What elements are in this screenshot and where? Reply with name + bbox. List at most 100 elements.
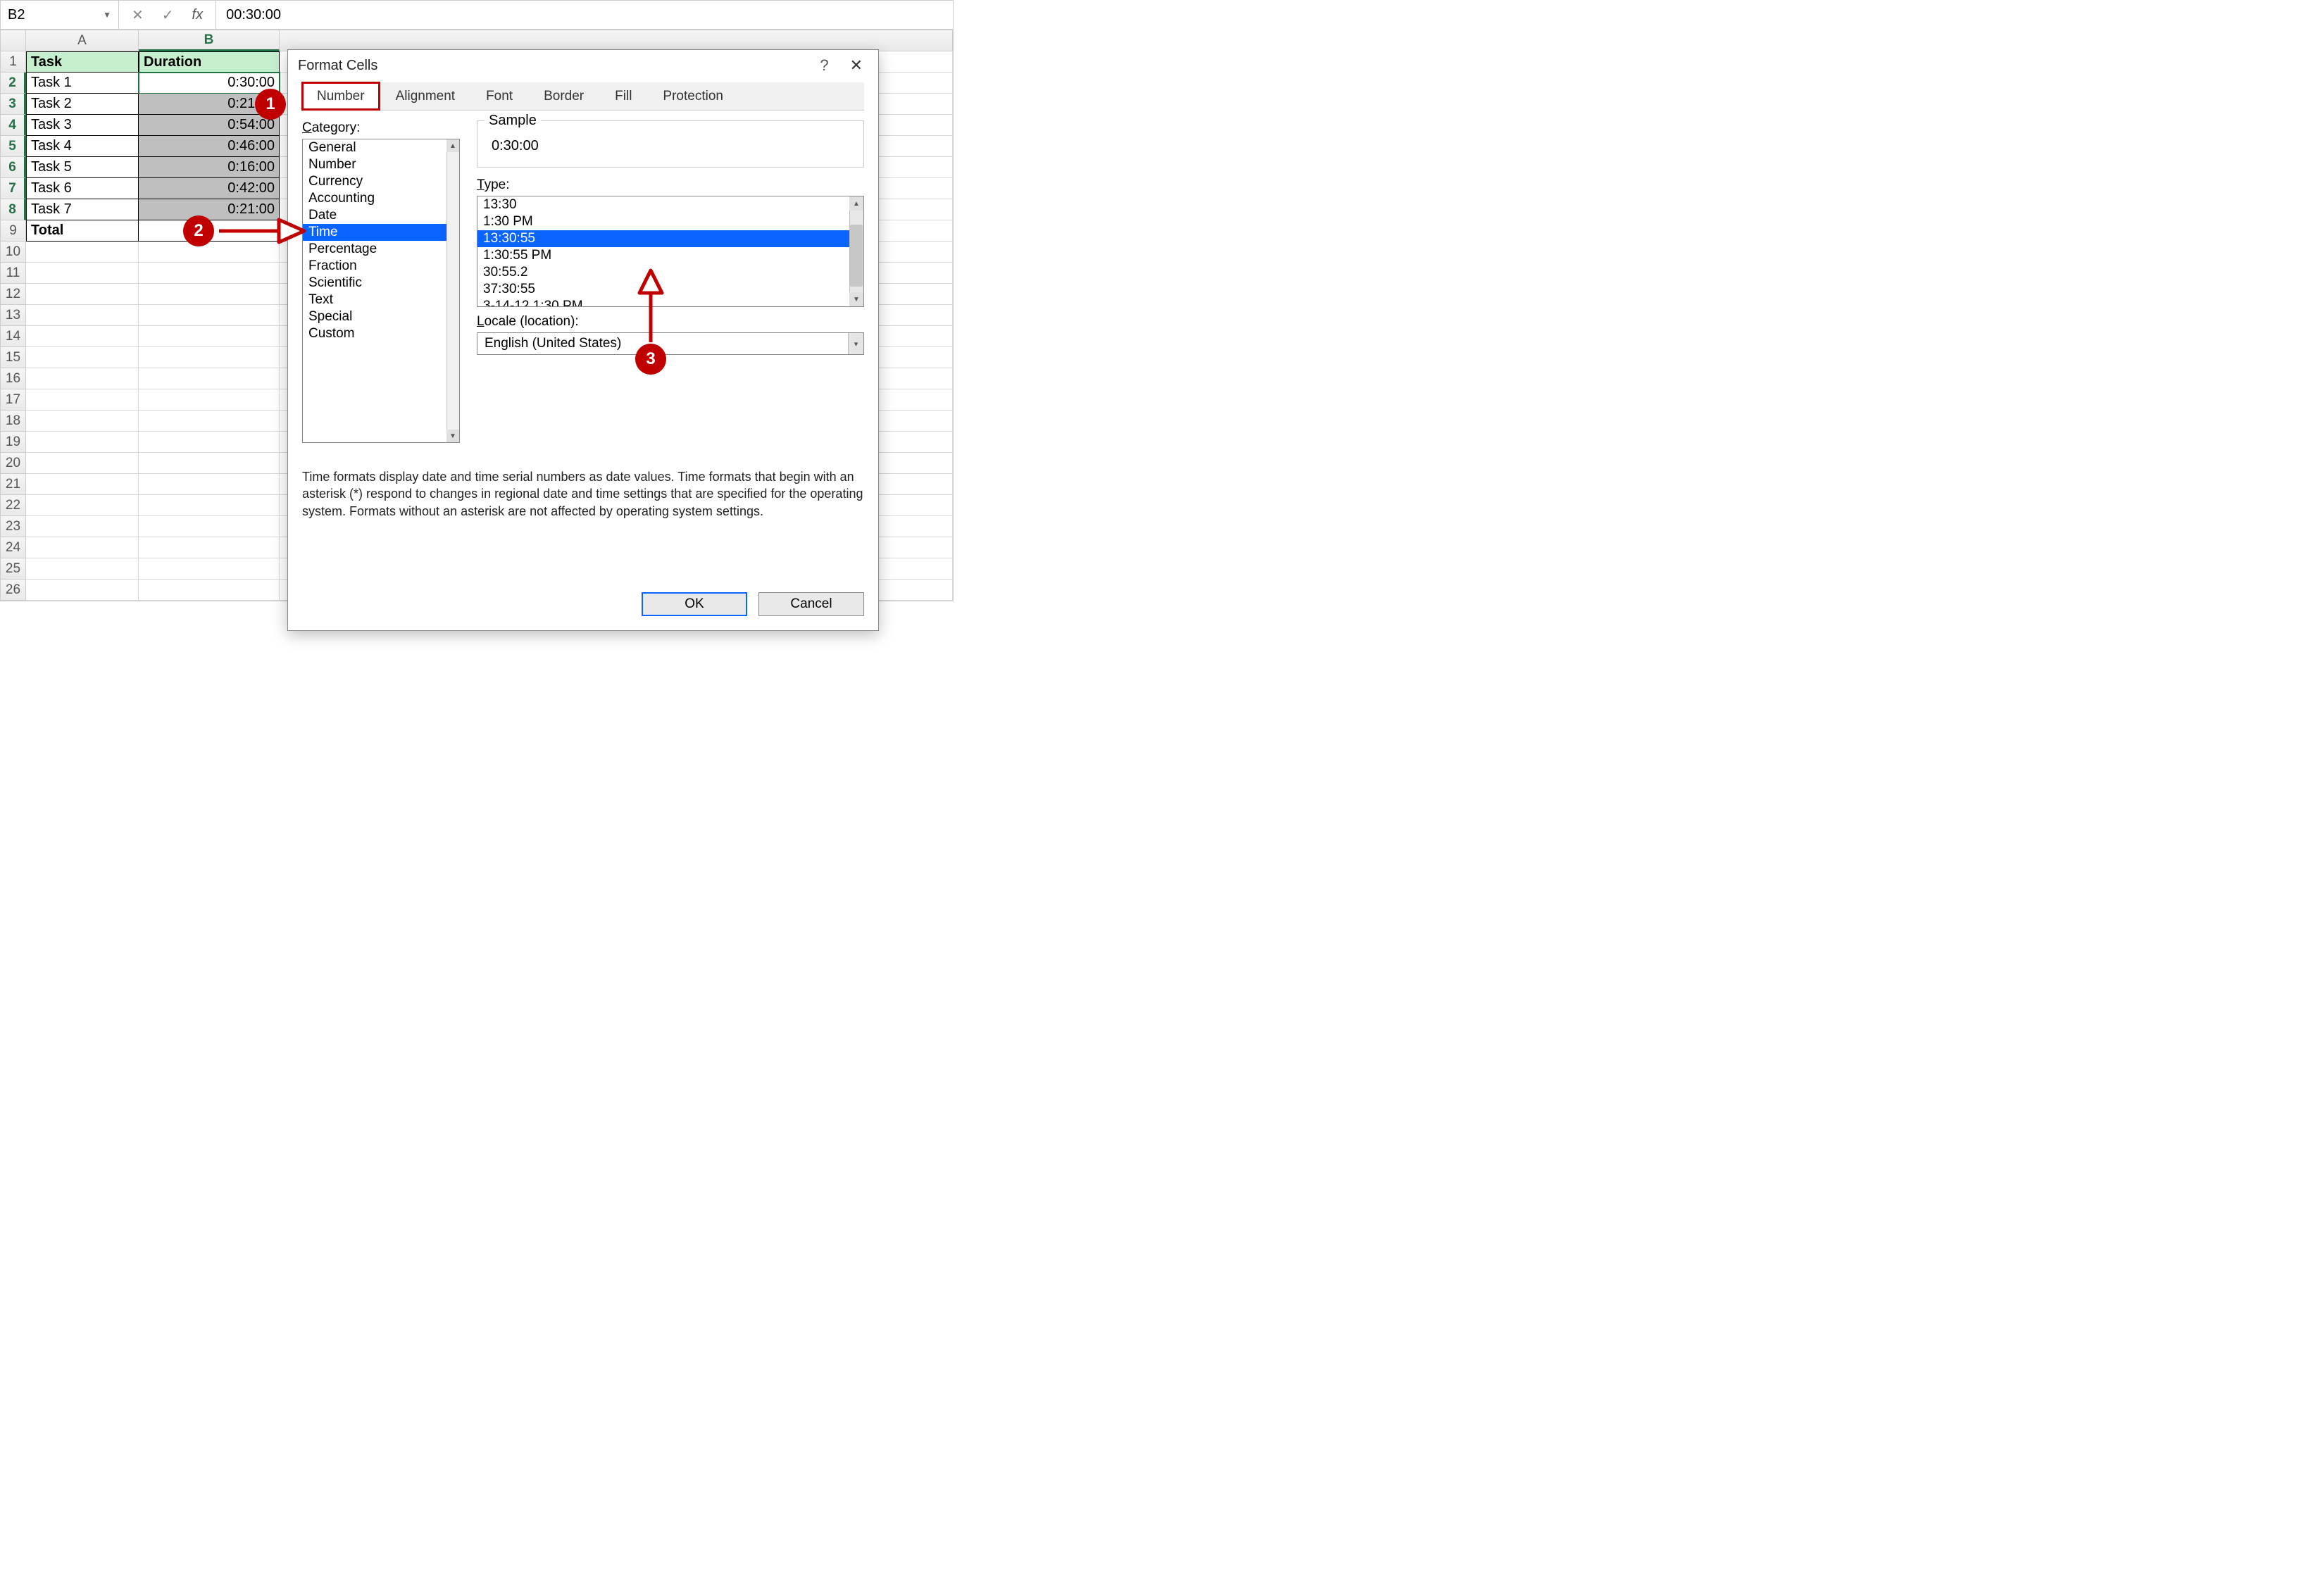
row-header[interactable]: 6 — [1, 157, 26, 178]
cancel-button[interactable]: Cancel — [758, 592, 864, 616]
cell-b[interactable] — [139, 474, 280, 495]
row-header[interactable]: 24 — [1, 537, 26, 558]
cell-b[interactable]: Duration — [139, 51, 280, 73]
type-item[interactable]: 1:30 PM — [477, 213, 863, 230]
cell-a[interactable] — [26, 347, 139, 368]
cell-a[interactable] — [26, 453, 139, 474]
row-header[interactable]: 7 — [1, 178, 26, 199]
row-header[interactable]: 22 — [1, 495, 26, 516]
tab-number[interactable]: Number — [302, 82, 380, 110]
category-item[interactable]: General — [303, 139, 459, 156]
cell-a[interactable]: Task — [26, 51, 139, 73]
row-header[interactable]: 3 — [1, 94, 26, 115]
cell-b[interactable] — [139, 411, 280, 432]
help-icon[interactable]: ? — [820, 56, 828, 75]
scroll-down-icon[interactable]: ▼ — [446, 430, 459, 442]
accept-entry-icon[interactable]: ✓ — [162, 6, 174, 24]
row-header[interactable]: 8 — [1, 199, 26, 220]
row-header[interactable]: 11 — [1, 263, 26, 284]
cell-a[interactable] — [26, 432, 139, 453]
category-item[interactable]: Accounting — [303, 190, 459, 207]
cell-b[interactable] — [139, 453, 280, 474]
col-header-rest[interactable] — [280, 30, 953, 51]
cell-b[interactable]: 0:46:00 — [139, 136, 280, 157]
cell-a[interactable] — [26, 516, 139, 537]
cell-b[interactable]: 0:30:00 — [139, 73, 280, 94]
cell-b[interactable] — [139, 389, 280, 411]
scroll-thumb[interactable] — [850, 225, 863, 287]
tab-fill[interactable]: Fill — [600, 82, 646, 110]
cell-a[interactable] — [26, 495, 139, 516]
cell-a[interactable] — [26, 368, 139, 389]
cell-b[interactable] — [139, 516, 280, 537]
category-item[interactable]: Number — [303, 156, 459, 173]
row-header[interactable]: 20 — [1, 453, 26, 474]
cell-a[interactable] — [26, 411, 139, 432]
dropdown-icon[interactable]: ▼ — [103, 10, 111, 20]
close-icon[interactable]: ✕ — [844, 54, 868, 77]
cell-b[interactable]: 0:42:00 — [139, 178, 280, 199]
row-header[interactable]: 16 — [1, 368, 26, 389]
cell-a[interactable] — [26, 389, 139, 411]
name-box[interactable]: B2 ▼ — [1, 1, 119, 29]
col-header-A[interactable]: A — [26, 30, 139, 51]
formula-input[interactable]: 00:30:00 — [216, 1, 953, 29]
ok-button[interactable]: OK — [642, 592, 747, 616]
cell-b[interactable] — [139, 284, 280, 305]
category-item[interactable]: Date — [303, 207, 459, 224]
row-header[interactable]: 17 — [1, 389, 26, 411]
type-item[interactable]: 37:30:55 — [477, 281, 863, 298]
type-item[interactable]: 3-14-12 1:30 PM — [477, 298, 863, 307]
tab-alignment[interactable]: Alignment — [381, 82, 470, 110]
col-header-B[interactable]: B — [139, 30, 280, 51]
cell-a[interactable]: Task 4 — [26, 136, 139, 157]
row-header[interactable]: 18 — [1, 411, 26, 432]
cell-b[interactable]: 0:16:00 — [139, 157, 280, 178]
cell-b[interactable] — [139, 305, 280, 326]
category-item[interactable]: Text — [303, 292, 459, 308]
row-header[interactable]: 2 — [1, 73, 26, 94]
type-item[interactable]: 13:30:55 — [477, 230, 863, 247]
scroll-down-icon[interactable]: ▼ — [849, 292, 863, 306]
cell-b[interactable] — [139, 432, 280, 453]
row-header[interactable]: 4 — [1, 115, 26, 136]
category-item[interactable]: Special — [303, 308, 459, 325]
cell-b[interactable] — [139, 263, 280, 284]
cell-a[interactable]: Total — [26, 220, 139, 242]
cell-b[interactable] — [139, 537, 280, 558]
cell-a[interactable]: Task 2 — [26, 94, 139, 115]
cell-b[interactable] — [139, 558, 280, 580]
row-header[interactable]: 12 — [1, 284, 26, 305]
cancel-entry-icon[interactable]: ✕ — [132, 6, 144, 24]
fx-icon[interactable]: fx — [192, 7, 204, 23]
cell-b[interactable] — [139, 368, 280, 389]
row-header[interactable]: 19 — [1, 432, 26, 453]
category-item[interactable]: Percentage — [303, 241, 459, 258]
cell-b[interactable] — [139, 495, 280, 516]
category-item[interactable]: Currency — [303, 173, 459, 190]
row-header[interactable]: 26 — [1, 580, 26, 601]
cell-b[interactable] — [139, 347, 280, 368]
tab-protection[interactable]: Protection — [648, 82, 738, 110]
cell-a[interactable] — [26, 474, 139, 495]
cell-a[interactable]: Task 3 — [26, 115, 139, 136]
cell-b[interactable]: 0:54:00 — [139, 115, 280, 136]
tab-border[interactable]: Border — [529, 82, 599, 110]
type-item[interactable]: 30:55.2 — [477, 264, 863, 281]
type-item[interactable]: 1:30:55 PM — [477, 247, 863, 264]
cell-a[interactable]: Task 7 — [26, 199, 139, 220]
locale-select[interactable]: English (United States) ▾ — [477, 332, 864, 355]
cell-b[interactable] — [139, 580, 280, 601]
cell-a[interactable] — [26, 558, 139, 580]
scroll-up-icon[interactable]: ▲ — [849, 196, 863, 211]
cell-a[interactable] — [26, 242, 139, 263]
scrollbar[interactable]: ▲ ▼ — [849, 196, 863, 306]
row-header[interactable]: 10 — [1, 242, 26, 263]
scrollbar[interactable]: ▲ ▼ — [446, 139, 459, 442]
scroll-up-icon[interactable]: ▲ — [446, 139, 459, 152]
row-header[interactable]: 21 — [1, 474, 26, 495]
row-header[interactable]: 25 — [1, 558, 26, 580]
row-header[interactable]: 1 — [1, 51, 26, 73]
dropdown-icon[interactable]: ▾ — [848, 333, 863, 354]
row-header[interactable]: 5 — [1, 136, 26, 157]
